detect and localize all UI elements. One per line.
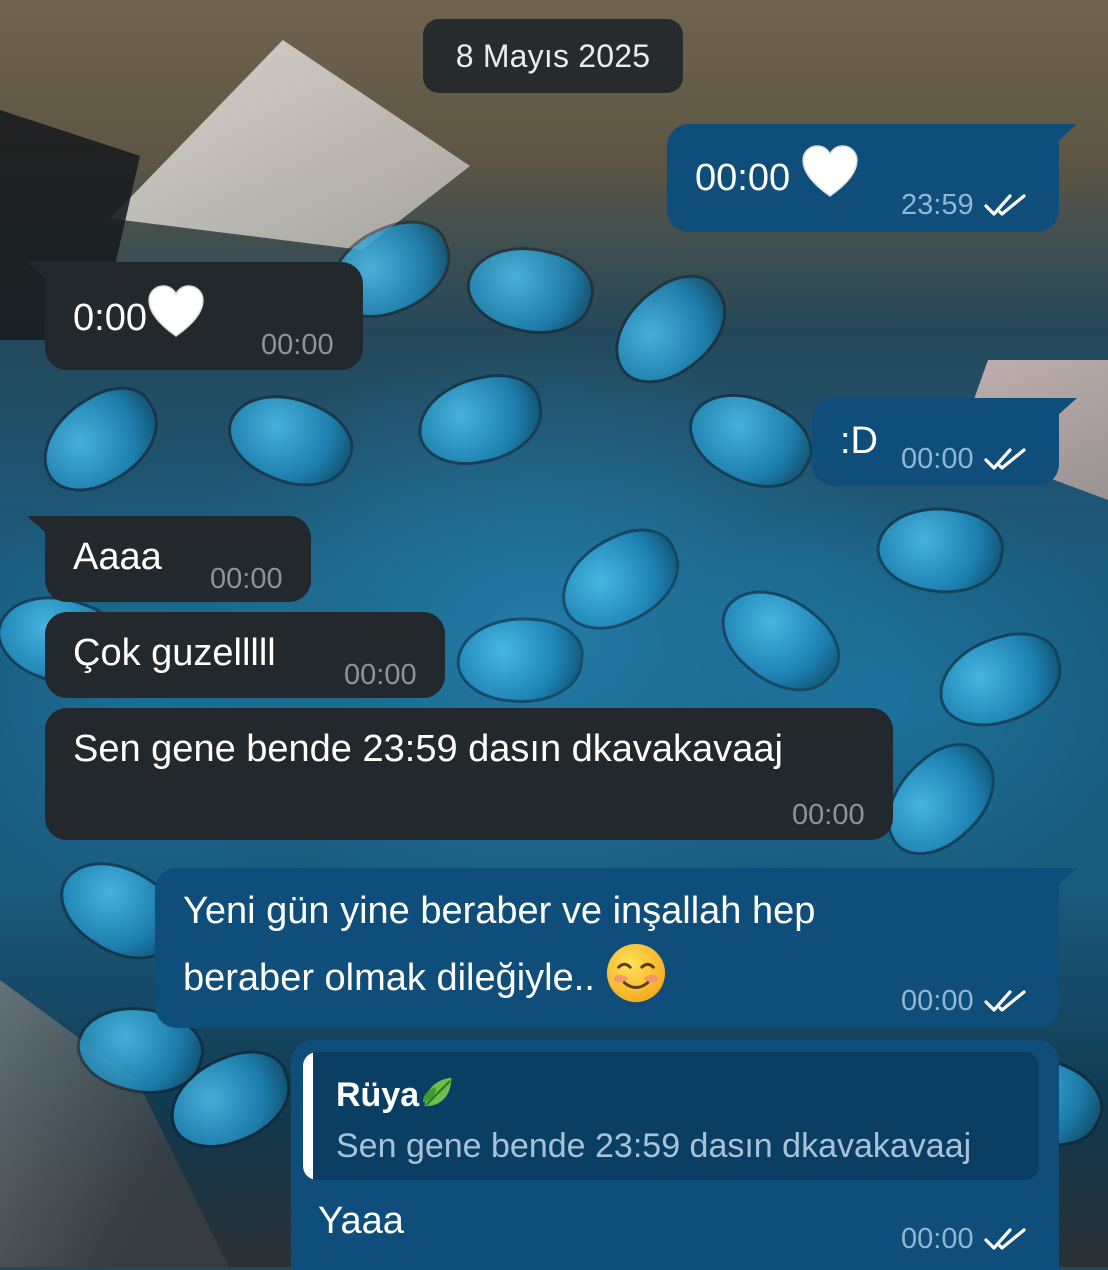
message-text: :D bbox=[840, 420, 878, 462]
message-meta: 00:00 bbox=[901, 444, 1028, 474]
message-meta: 00:00 bbox=[344, 660, 417, 690]
message-bubble-outgoing-reply[interactable]: Rüya Sen gene bende 23:59 dasın dkavakav… bbox=[291, 1040, 1059, 1270]
message-text-line1: Yeni gün yine beraber ve inşallah hep bbox=[183, 890, 816, 932]
wallpaper-butterfly bbox=[548, 518, 692, 642]
message-time: 00:00 bbox=[901, 443, 974, 475]
message-meta: 00:00 bbox=[901, 1224, 1028, 1254]
wallpaper-butterfly bbox=[218, 378, 362, 502]
message-text-line2: beraber olmak dileğiyle.. bbox=[183, 942, 667, 1009]
message-meta: 00:00 bbox=[261, 330, 334, 360]
wallpaper-paper bbox=[110, 40, 470, 250]
quoted-reply-text: Sen gene bende 23:59 dasın dkavakavaaj bbox=[336, 1127, 972, 1165]
quoted-reply-author: Rüya bbox=[336, 1074, 457, 1115]
wallpaper-butterfly bbox=[461, 235, 599, 345]
message-time: 00:00 bbox=[344, 659, 417, 691]
message-text: 00:00 bbox=[695, 144, 859, 209]
message-time: 00:00 bbox=[261, 329, 334, 361]
read-double-check-icon bbox=[983, 1228, 1026, 1250]
leaf-icon bbox=[419, 1074, 457, 1112]
message-text: 0:00 bbox=[73, 284, 205, 349]
wallpaper-butterfly bbox=[28, 375, 172, 505]
message-meta: 00:00 bbox=[901, 986, 1028, 1016]
wallpaper-butterfly bbox=[456, 614, 584, 706]
wallpaper-butterfly bbox=[678, 375, 822, 505]
message-bubble-incoming[interactable]: Çok guzelllll 00:00 bbox=[45, 612, 445, 698]
message-bubble-incoming[interactable]: 0:00 00:00 bbox=[45, 262, 363, 370]
read-double-check-icon bbox=[983, 194, 1026, 216]
message-text: Çok guzelllll bbox=[73, 632, 276, 674]
message-bubble-outgoing[interactable]: Yeni gün yine beraber ve inşallah hep be… bbox=[155, 868, 1059, 1028]
white-heart-icon bbox=[801, 144, 859, 198]
message-text: Yaaa bbox=[318, 1200, 404, 1242]
wallpaper-butterfly bbox=[597, 262, 743, 398]
date-separator: 8 Mayıs 2025 bbox=[423, 19, 683, 93]
message-bubble-outgoing[interactable]: :D 00:00 bbox=[812, 398, 1059, 486]
message-time: 00:00 bbox=[901, 1223, 974, 1255]
message-text: Aaaa bbox=[73, 536, 162, 578]
read-double-check-icon bbox=[983, 990, 1026, 1012]
message-meta: 23:59 bbox=[901, 190, 1028, 220]
wallpaper-butterfly bbox=[873, 500, 1007, 600]
message-bubble-incoming[interactable]: Sen gene bende 23:59 dasın dkavakavaaj 0… bbox=[45, 708, 893, 840]
message-meta: 00:00 bbox=[792, 800, 865, 830]
message-bubble-incoming[interactable]: Aaaa 00:00 bbox=[45, 516, 311, 602]
white-heart-icon bbox=[147, 284, 205, 338]
read-double-check-icon bbox=[983, 448, 1026, 470]
message-time: 23:59 bbox=[901, 189, 974, 221]
quoted-reply[interactable]: Rüya Sen gene bende 23:59 dasın dkavakav… bbox=[303, 1052, 1039, 1180]
message-bubble-outgoing[interactable]: 00:00 23:59 bbox=[667, 124, 1059, 232]
quoted-reply-bar bbox=[303, 1052, 313, 1180]
wallpaper-butterfly bbox=[931, 625, 1069, 735]
message-text: Sen gene bende 23:59 dasın dkavakavaaj bbox=[73, 728, 783, 770]
message-time: 00:00 bbox=[792, 799, 865, 831]
smiling-face-icon bbox=[605, 942, 667, 1004]
wallpaper-butterfly bbox=[708, 570, 852, 710]
message-time: 00:00 bbox=[210, 563, 283, 595]
wallpaper-butterfly bbox=[413, 370, 547, 470]
message-time: 00:00 bbox=[901, 985, 974, 1017]
date-separator-label: 8 Mayıs 2025 bbox=[455, 37, 651, 74]
message-meta: 00:00 bbox=[210, 564, 283, 594]
